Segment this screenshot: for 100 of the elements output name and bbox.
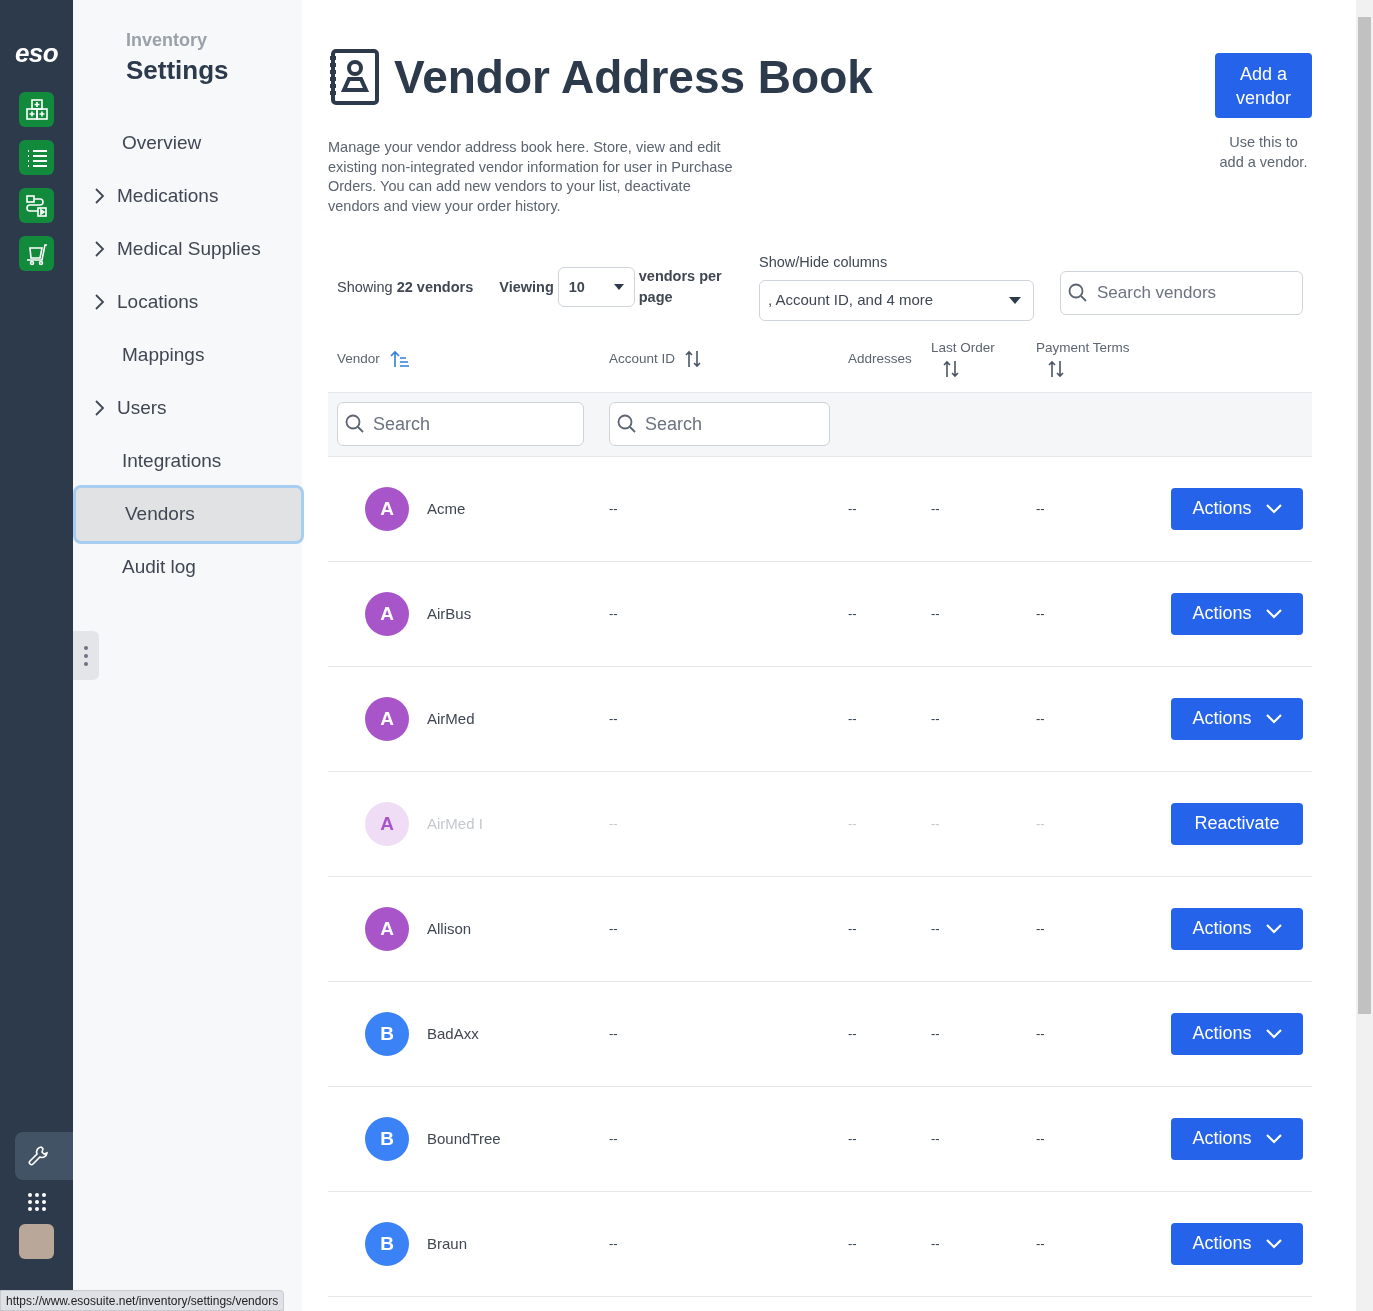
column-header: Last Order bbox=[931, 338, 995, 357]
table-cell-text: -- bbox=[931, 710, 940, 728]
collapse-handle[interactable] bbox=[73, 631, 99, 680]
column-search-field[interactable]: Search bbox=[609, 402, 830, 447]
vendor-avatar: A bbox=[365, 696, 409, 741]
nav-item[interactable]: Vendors bbox=[73, 484, 304, 544]
actions-dropdown-button[interactable]: Actions bbox=[1171, 1117, 1303, 1160]
sort-icon[interactable] bbox=[685, 349, 702, 368]
table-cell-text: -- bbox=[609, 815, 618, 833]
vendor-name: Braun bbox=[427, 1233, 468, 1254]
vendor-avatar: A bbox=[365, 486, 409, 531]
page-title: Vendor Address Book bbox=[394, 54, 873, 100]
table-cell-text: -- bbox=[848, 1235, 857, 1253]
table-cell-text: -- bbox=[848, 920, 857, 938]
vendor-name: BoundTree bbox=[427, 1128, 501, 1149]
actions-dropdown-button[interactable]: Actions bbox=[1171, 697, 1303, 740]
chevron-down-icon bbox=[1265, 503, 1282, 514]
search-icon bbox=[617, 414, 637, 435]
list-app-icon[interactable] bbox=[19, 140, 54, 175]
table-cell-text: -- bbox=[1036, 1130, 1045, 1148]
nav-title: Settings bbox=[126, 54, 230, 87]
nav-item[interactable]: Overview bbox=[73, 116, 302, 170]
table-cell-text: -- bbox=[848, 815, 857, 833]
flow-app-icon[interactable] bbox=[19, 188, 54, 223]
scrollbar-thumb[interactable] bbox=[1358, 17, 1371, 1014]
table-cell-text: -- bbox=[931, 920, 940, 938]
sort-icon[interactable] bbox=[943, 360, 959, 378]
table-cell-text: -- bbox=[609, 1025, 618, 1043]
table-cell-text: -- bbox=[931, 1025, 940, 1043]
vendor-count: Showing 22 vendors bbox=[337, 277, 474, 297]
cart-app-icon[interactable] bbox=[19, 236, 54, 271]
table-cell-text: -- bbox=[609, 710, 618, 728]
vendor-name: Allison bbox=[427, 918, 472, 939]
page-size-select[interactable]: 10 bbox=[557, 267, 635, 307]
reactivate-button[interactable]: Reactivate bbox=[1171, 802, 1303, 845]
wrench-icon[interactable] bbox=[15, 1132, 73, 1180]
vendor-avatar: A bbox=[365, 801, 409, 846]
nav-eyebrow: Inventory bbox=[126, 29, 209, 52]
add-vendor-hint: Use this to add a vendor. bbox=[1218, 133, 1309, 172]
table-cell-text: -- bbox=[1036, 710, 1045, 728]
table-cell-text: -- bbox=[931, 605, 940, 623]
vendor-name: AirBus bbox=[427, 603, 472, 624]
actions-dropdown-button[interactable]: Actions bbox=[1171, 1222, 1303, 1265]
table-cell-text: -- bbox=[609, 1130, 618, 1148]
table-cell-text: -- bbox=[931, 1130, 940, 1148]
vendor-name: BadAxx bbox=[427, 1023, 479, 1044]
table-cell-text: -- bbox=[848, 1025, 857, 1043]
chevron-down-icon bbox=[1265, 1133, 1282, 1144]
table-cell-text: -- bbox=[848, 710, 857, 728]
actions-dropdown-button[interactable]: Actions bbox=[1171, 907, 1303, 950]
table-cell-text: -- bbox=[848, 605, 857, 623]
page-description: Manage your vendor address book here. Store, view and edit existing non-integrated vendor information for user in Purchase Orders. You can add new vendors to your list, deactivate vendors and view your order history. bbox=[328, 138, 734, 216]
nav-item[interactable]: Users bbox=[73, 381, 302, 435]
address-book-icon bbox=[328, 48, 380, 106]
viewing-label: Viewing bbox=[499, 277, 554, 297]
vendor-name: Acme bbox=[427, 498, 466, 519]
table-cell-text: -- bbox=[1036, 500, 1045, 518]
chevron-down-icon bbox=[1265, 1028, 1282, 1039]
table-cell-text: -- bbox=[609, 605, 618, 623]
apps-grid-icon[interactable] bbox=[26, 1192, 47, 1212]
table-cell-text: -- bbox=[931, 815, 940, 833]
columns-label: Show/Hide columns bbox=[759, 253, 889, 272]
per-page-label: vendors per page bbox=[638, 267, 723, 307]
table-cell-text: -- bbox=[609, 500, 618, 518]
columns-select[interactable]: , Account ID, and 4 more bbox=[759, 279, 1034, 321]
vendor-name: AirMed bbox=[427, 708, 475, 729]
table-cell-text: -- bbox=[848, 500, 857, 518]
eso-logo: eso bbox=[15, 40, 58, 66]
table-cell-text: -- bbox=[931, 1235, 940, 1253]
column-header: Vendor bbox=[337, 349, 380, 368]
table-cell-text: -- bbox=[931, 500, 940, 518]
column-search-field[interactable]: Search bbox=[337, 402, 584, 447]
actions-dropdown-button[interactable]: Actions bbox=[1171, 487, 1303, 530]
search-icon bbox=[1068, 283, 1088, 303]
sort-icon[interactable] bbox=[1048, 360, 1064, 378]
actions-dropdown-button[interactable]: Actions bbox=[1171, 592, 1303, 635]
nav-item[interactable]: Mappings bbox=[73, 328, 302, 382]
vendor-avatar: B bbox=[365, 1221, 409, 1266]
table-cell-text: -- bbox=[1036, 1025, 1045, 1043]
nav-item[interactable]: Medical Supplies bbox=[73, 222, 302, 276]
vendor-avatar: A bbox=[365, 906, 409, 951]
search-vendors-field[interactable]: Search vendors bbox=[1060, 271, 1303, 315]
column-header: Account ID bbox=[609, 349, 676, 368]
column-header: Payment Terms bbox=[1036, 338, 1130, 357]
chevron-down-icon bbox=[1265, 713, 1282, 724]
boxes-app-icon[interactable] bbox=[19, 92, 54, 127]
status-url: https://www.esosuite.net/inventory/settings/vendors bbox=[0, 1290, 285, 1311]
avatar-placeholder[interactable] bbox=[19, 1224, 54, 1259]
table-cell-text: -- bbox=[609, 1235, 618, 1253]
add-vendor-button[interactable]: Add a vendor bbox=[1215, 53, 1312, 118]
actions-dropdown-button[interactable]: Actions bbox=[1171, 1012, 1303, 1055]
chevron-down-icon bbox=[1265, 1238, 1282, 1249]
nav-item[interactable]: Locations bbox=[73, 275, 302, 329]
table-cell-text: -- bbox=[609, 920, 618, 938]
table-cell-text: -- bbox=[848, 1130, 857, 1148]
nav-item[interactable]: Medications bbox=[73, 169, 302, 223]
sort-ascending-icon[interactable] bbox=[389, 349, 410, 368]
table-cell-text: -- bbox=[1036, 815, 1045, 833]
search-icon bbox=[345, 414, 365, 435]
table-cell-text: -- bbox=[1036, 605, 1045, 623]
